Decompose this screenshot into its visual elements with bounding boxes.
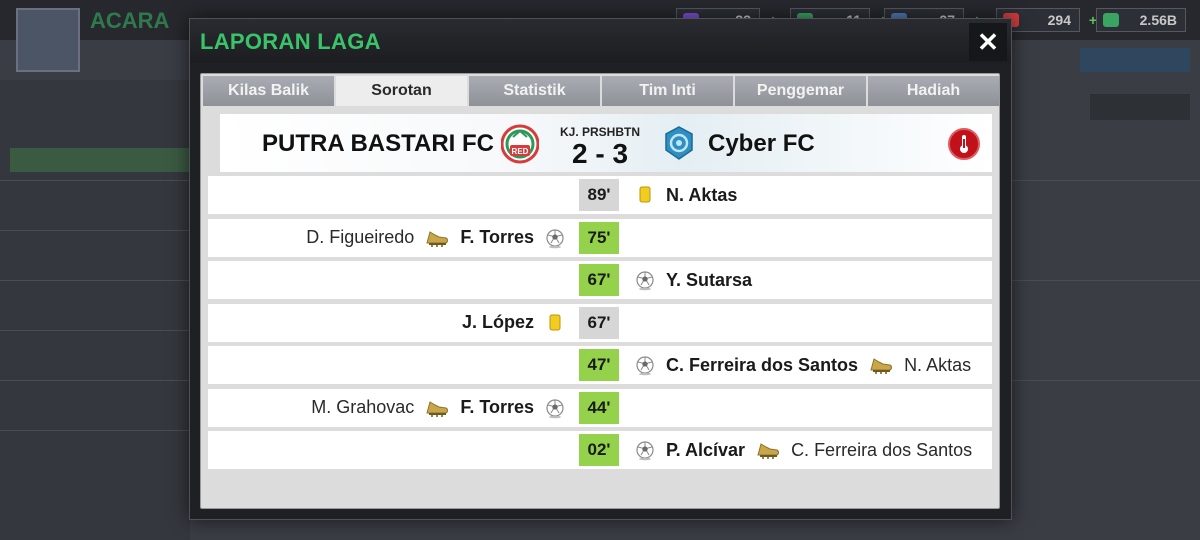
stadium-name: KJ. PRSHBTN [559, 125, 640, 139]
close-button[interactable]: ✕ [969, 23, 1007, 61]
event-minute: 89' [579, 179, 619, 211]
event-player-name: J. López [461, 312, 534, 332]
background-divider [0, 280, 190, 281]
background-divider [1012, 380, 1200, 381]
soccer-ball-icon [546, 228, 564, 248]
event-player-name: Y. Sutarsa [666, 269, 753, 290]
event-minute: 44' [579, 391, 619, 424]
match-event-row: 75' D. Figueiredo F. Torres [208, 218, 992, 257]
tab-kilas-balik[interactable]: Kilas Balik [203, 76, 334, 106]
money-icon [1103, 13, 1119, 27]
soccer-ball-icon [546, 398, 564, 418]
boot-icon [757, 443, 780, 459]
assist-player-name: M. Grahovac [311, 397, 415, 417]
background-button-secondary [1090, 94, 1190, 120]
match-report-modal: LAPORAN LAGA ✕ Kilas Balik Sorotan Stati… [189, 18, 1012, 520]
away-team-crest-icon [665, 126, 693, 160]
away-event: C. Ferreira dos Santos N. Aktas [634, 346, 971, 384]
resource-value: 294 [1047, 12, 1071, 28]
background-divider [0, 180, 190, 181]
resource-value: 2.56B [1139, 12, 1177, 28]
home-team-name: PUTRA BASTARI FC [262, 130, 494, 157]
match-score-header: PUTRA BASTARI FC RED KJ. PRSHBTN 2 - 3 C… [220, 114, 992, 172]
match-event-row: 02' P. Alcívar C. Ferreira dos Santos [208, 431, 992, 469]
event-player-name: P. Alcívar [666, 439, 746, 460]
modal-header: LAPORAN LAGA ✕ [190, 19, 1011, 63]
background-divider [0, 330, 190, 331]
tab-statistik[interactable]: Statistik [469, 76, 600, 106]
match-event-row: 47' C. Ferreira dos Santos N. Aktas [208, 346, 992, 384]
soccer-ball-icon [636, 356, 654, 376]
yellow-card-icon [639, 186, 651, 203]
soccer-ball-icon [636, 441, 654, 461]
tab-sorotan[interactable]: Sorotan [336, 76, 467, 106]
event-player-name: F. Torres [460, 397, 534, 417]
tab-bar: Kilas Balik Sorotan Statistik Tim Inti P… [203, 76, 999, 106]
assist-player-name: N. Aktas [904, 354, 972, 375]
match-event-row: 67' J. López [208, 303, 992, 342]
match-events-list: 89' N. Aktas 75' D. Figueiredo F. Torres 67' Y… [208, 176, 992, 474]
modal-title: LAPORAN LAGA [200, 29, 381, 54]
boot-icon [426, 230, 449, 247]
background-divider [0, 230, 190, 231]
event-player-name: F. Torres [460, 227, 534, 247]
event-player-name: C. Ferreira dos Santos [666, 354, 859, 375]
home-event: M. Grahovac F. Torres [311, 389, 566, 427]
match-event-row: 89' N. Aktas [208, 176, 992, 214]
home-crest-text: RED [512, 147, 529, 156]
away-event: N. Aktas [634, 176, 737, 214]
assist-player-name: D. Figueiredo [306, 227, 415, 247]
background-highlight-strip [10, 148, 190, 172]
yellow-card-icon [549, 314, 561, 330]
event-player-name: N. Aktas [666, 184, 738, 205]
background-divider [0, 430, 190, 431]
background-resource-money: 2.56B [1096, 8, 1186, 32]
assist-player-name: C. Ferreira dos Santos [791, 439, 973, 460]
background-divider [0, 380, 190, 381]
background-button [1080, 48, 1190, 72]
close-icon: ✕ [977, 27, 999, 57]
tab-hadiah[interactable]: Hadiah [868, 76, 999, 106]
home-event: J. López [462, 304, 566, 342]
away-team-name: Cyber FC [708, 130, 815, 157]
boot-icon [870, 358, 893, 374]
background-divider [1012, 180, 1200, 181]
soccer-ball-icon [636, 271, 654, 291]
modal-body: Kilas Balik Sorotan Statistik Tim Inti P… [200, 73, 1000, 509]
away-event: P. Alcívar C. Ferreira dos Santos [634, 431, 972, 469]
event-minute: 02' [579, 434, 619, 466]
home-event: D. Figueiredo F. Torres [306, 219, 566, 257]
tab-penggemar[interactable]: Penggemar [735, 76, 866, 106]
background-divider [1012, 280, 1200, 281]
boot-icon [426, 400, 449, 417]
event-minute: 47' [579, 349, 619, 381]
match-event-row: 67' Y. Sutarsa [208, 261, 992, 299]
event-minute: 67' [579, 306, 619, 339]
away-event: Y. Sutarsa [634, 261, 752, 299]
background-thumbnail [16, 8, 80, 72]
event-minute: 67' [579, 264, 619, 296]
tab-tim-inti[interactable]: Tim Inti [602, 76, 733, 106]
match-rating-button[interactable] [948, 128, 980, 160]
thermometer-icon [960, 135, 968, 153]
event-minute: 75' [579, 221, 619, 254]
match-score: 2 - 3 [571, 138, 629, 169]
match-event-row: 44' M. Grahovac F. Torres [208, 388, 992, 427]
background-title: ACARA [90, 8, 170, 33]
home-team-crest-icon: RED [501, 124, 539, 164]
